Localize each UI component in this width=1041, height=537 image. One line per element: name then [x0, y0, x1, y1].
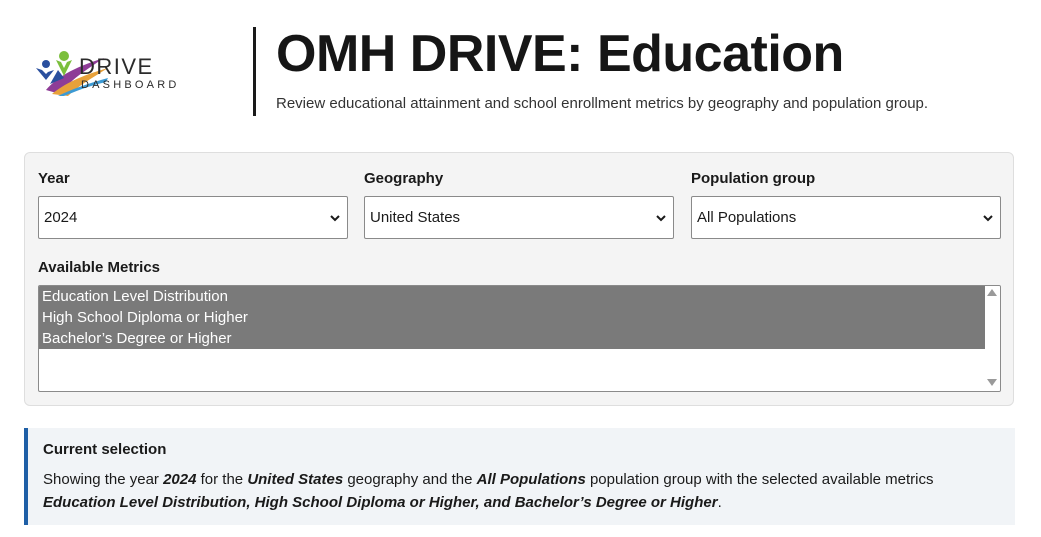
current-metrics: Education Level Distribution, High Schoo…	[43, 494, 718, 511]
year-label: Year	[38, 170, 70, 187]
scroll-down-icon[interactable]	[987, 379, 997, 386]
metric-option[interactable]: High School Diploma or Higher	[39, 307, 985, 328]
current-selection-title: Current selection	[43, 441, 167, 458]
year-select[interactable]: 2024	[38, 196, 348, 239]
current-year: 2024	[163, 471, 197, 488]
current-geography: United States	[247, 471, 344, 488]
page-subtitle: Review educational attainment and school…	[276, 95, 929, 112]
chevron-down-icon	[983, 215, 993, 222]
current-text-part: Showing the year	[43, 471, 164, 488]
chevron-down-icon	[656, 215, 666, 222]
metric-option[interactable]: Education Level Distribution	[39, 286, 985, 307]
year-select-value: 2024	[44, 209, 78, 226]
current-selection-callout: Current selection Showing the year 2024 …	[24, 428, 1015, 525]
current-selection-text: Showing the year 2024 for the United Sta…	[43, 468, 1003, 514]
logo-word-dashboard: DASHBOARD	[81, 79, 180, 91]
header-divider	[253, 27, 256, 116]
population-label: Population group	[691, 170, 816, 187]
geography-label: Geography	[364, 170, 444, 187]
population-select-value: All Populations	[697, 209, 797, 226]
geography-select[interactable]: United States	[364, 196, 674, 239]
scroll-up-icon[interactable]	[987, 289, 997, 296]
current-text-part: geography and the	[343, 471, 477, 488]
geography-select-value: United States	[370, 209, 461, 226]
listbox-scrollbar[interactable]	[985, 286, 1000, 391]
current-text-part: .	[717, 494, 722, 511]
metric-option[interactable]: Bachelor’s Degree or Higher	[39, 328, 985, 349]
filter-panel: Year 2024 Geography United States Popula…	[24, 152, 1014, 406]
metrics-label: Available Metrics	[38, 259, 160, 276]
metrics-listbox[interactable]: Education Level Distribution High School…	[38, 285, 1001, 392]
logo-word-drive: DRIVE	[79, 54, 154, 79]
current-text-part: for the	[196, 471, 248, 488]
page-title: OMH DRIVE: Education	[276, 25, 844, 83]
page-header: DRIVE DASHBOARD OMH DRIVE: Education Rev…	[0, 0, 1041, 130]
current-population: All Populations	[476, 471, 586, 488]
population-select[interactable]: All Populations	[691, 196, 1001, 239]
chevron-down-icon	[330, 215, 340, 222]
current-text-part: population group with the selected avail…	[585, 471, 934, 488]
